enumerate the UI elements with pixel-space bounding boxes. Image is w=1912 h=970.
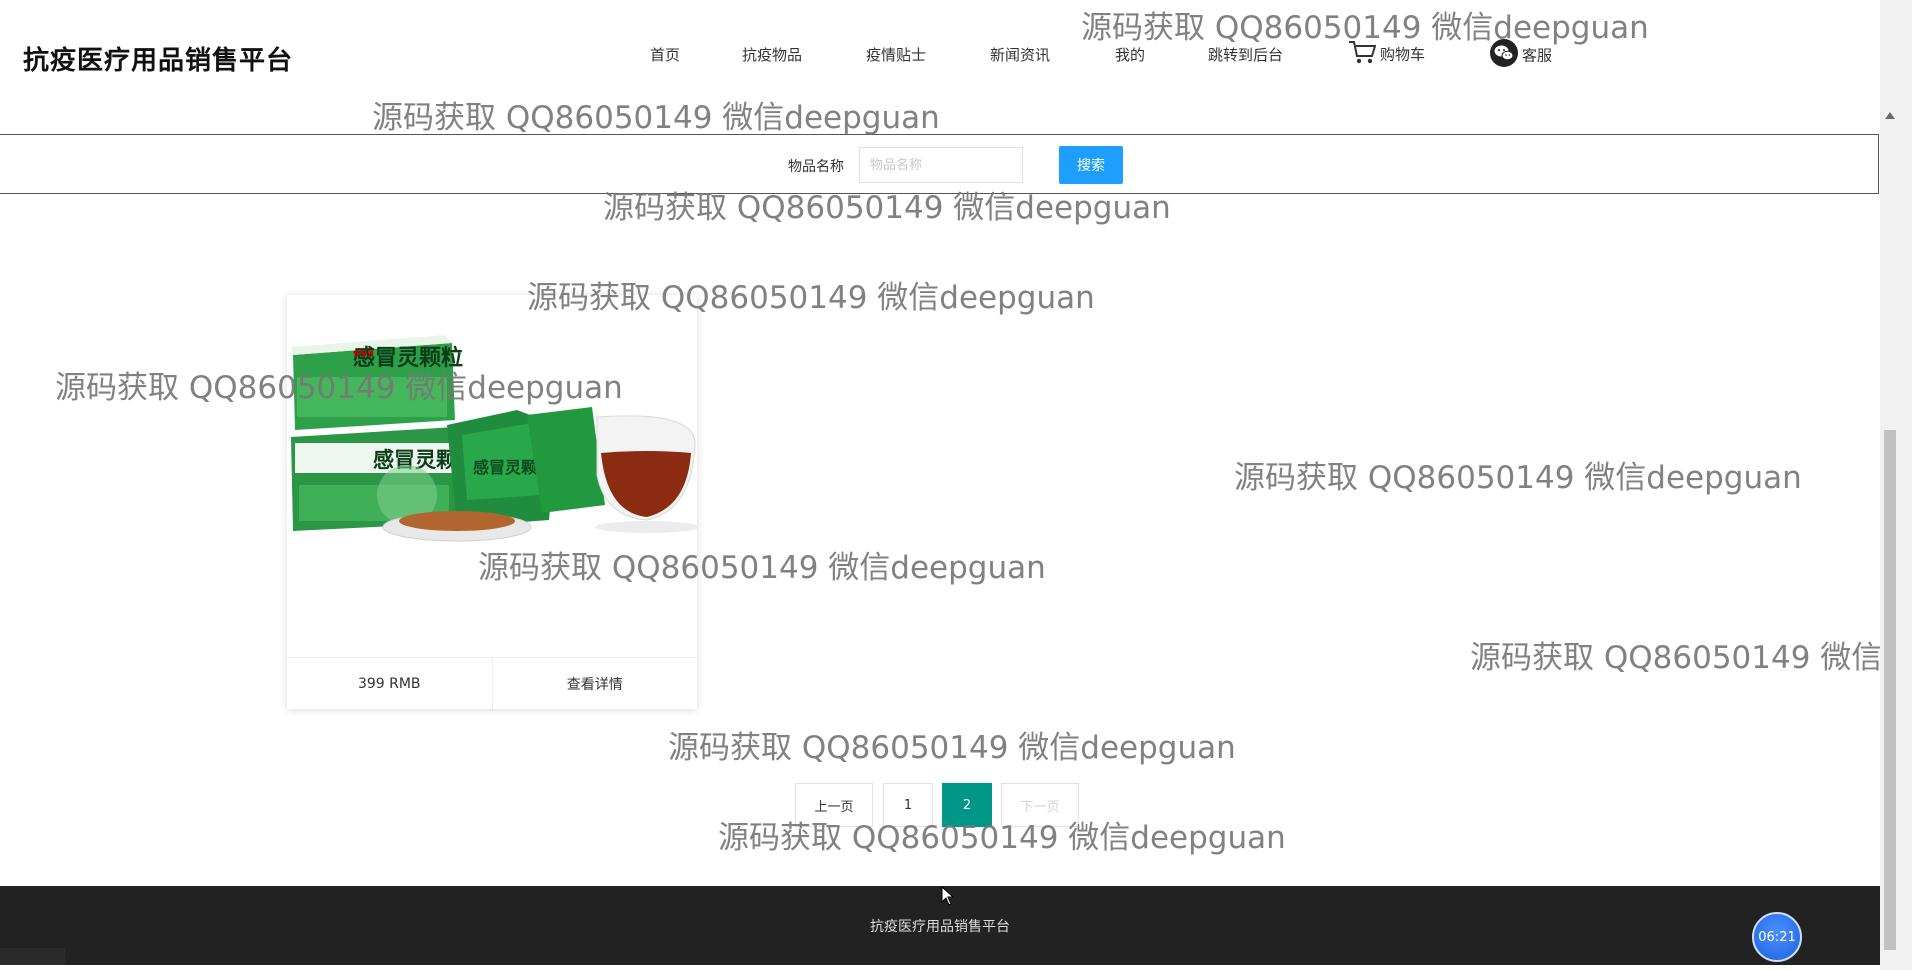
- watermark-text: 源码获取 QQ86050149 微信deepguan: [1234, 460, 1802, 496]
- site-brand[interactable]: 抗疫医疗用品销售平台: [23, 40, 293, 77]
- next-page-button[interactable]: 下一页: [1001, 783, 1079, 827]
- time-widget[interactable]: 06:21: [1752, 912, 1802, 962]
- nav-admin[interactable]: 跳转到后台: [1208, 44, 1283, 65]
- scroll-thumb[interactable]: [1884, 430, 1896, 950]
- cart-icon: [1348, 39, 1377, 69]
- top-header: 抗疫医疗用品销售平台 首页 抗疫物品 疫情贴士 新闻资讯 我的 跳转到后台 购物…: [0, 0, 1880, 112]
- mouse-cursor-icon: [941, 885, 955, 910]
- site-footer: 抗疫医疗用品销售平台: [0, 886, 1880, 965]
- view-detail-button[interactable]: 查看详情: [493, 658, 698, 709]
- wechat-icon: [1490, 39, 1518, 71]
- prev-page-button[interactable]: 上一页: [795, 783, 873, 827]
- product-card[interactable]: 感冒灵颗粒 999 感冒灵颗粒 感冒灵颗粒 399 RMB 查看详情: [287, 295, 697, 709]
- card-footer: 399 RMB 查看详情: [287, 657, 697, 709]
- search-bar: 物品名称 搜索: [0, 134, 1879, 194]
- service-label: 客服: [1522, 46, 1553, 65]
- search-label: 物品名称: [788, 159, 844, 175]
- watermark-text: 源码获取 QQ86050149 微信deepguan: [1470, 640, 1880, 676]
- search-input[interactable]: [859, 147, 1023, 183]
- nav-news[interactable]: 新闻资讯: [990, 44, 1050, 65]
- nav-service[interactable]: 客服: [1490, 39, 1552, 71]
- product-price: 399 RMB: [287, 658, 493, 709]
- nav-products[interactable]: 抗疫物品: [742, 44, 802, 65]
- nav-cart[interactable]: 购物车: [1348, 39, 1425, 69]
- nav-tips[interactable]: 疫情贴士: [866, 44, 926, 65]
- bottom-left-tab: [0, 948, 65, 965]
- search-button[interactable]: 搜索: [1059, 146, 1123, 184]
- scroll-up-arrow-icon[interactable]: [1885, 112, 1895, 119]
- product-image[interactable]: 感冒灵颗粒 999 感冒灵颗粒 感冒灵颗粒: [287, 295, 697, 657]
- page-button-2[interactable]: 2: [942, 783, 992, 827]
- page-viewport: 抗疫医疗用品销售平台 首页 抗疫物品 疫情贴士 新闻资讯 我的 跳转到后台 购物…: [0, 0, 1880, 965]
- nav-mine[interactable]: 我的: [1115, 44, 1145, 65]
- box-brand-back: 999: [353, 349, 374, 360]
- watermark-text: 源码获取 QQ86050149 微信deepguan: [668, 730, 1236, 766]
- page-button-1[interactable]: 1: [883, 783, 933, 827]
- cart-label: 购物车: [1380, 45, 1426, 64]
- footer-text: 抗疫医疗用品销售平台: [870, 919, 1010, 935]
- nav-home[interactable]: 首页: [650, 44, 680, 65]
